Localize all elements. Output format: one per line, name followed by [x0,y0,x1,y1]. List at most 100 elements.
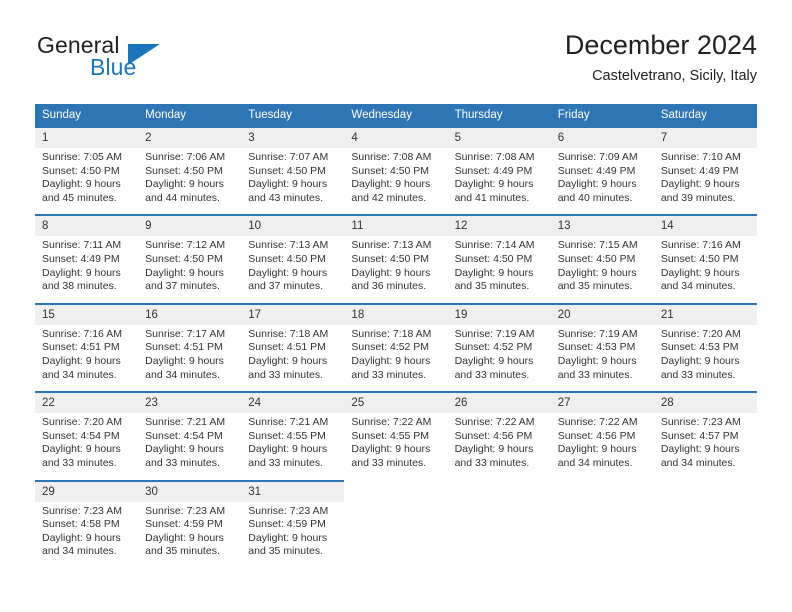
day-number[interactable]: 7 [653,126,757,148]
day-cell[interactable]: Sunrise: 7:16 AM Sunset: 4:51 PM Daylight:… [35,324,139,393]
day-cell[interactable]: Sunrise: 7:23 AM Sunset: 4:57 PM Daylight:… [653,413,757,481]
sunrise-text: Sunrise: 7:10 AM [660,151,741,163]
sunset-text: Sunset: 4:49 PM [660,164,739,177]
day-number[interactable]: 22 [35,391,139,414]
day-number[interactable]: 8 [35,214,139,237]
brand-logo[interactable]: General Blue [35,32,255,90]
day-cell[interactable]: Sunrise: 7:23 AM Sunset: 4:58 PM Daylight:… [35,501,139,569]
daylight-text-line1: Daylight: 9 hours [248,266,328,279]
day-number[interactable]: 16 [138,302,242,325]
day-number[interactable]: 14 [653,214,757,237]
day-cell[interactable]: Sunrise: 7:06 AM Sunset: 4:50 PM Daylight:… [138,148,242,216]
day-cell[interactable]: Sunrise: 7:11 AM Sunset: 4:49 PM Daylight:… [35,236,139,304]
day-number[interactable]: 19 [447,302,551,325]
day-cell[interactable]: Sunrise: 7:07 AM Sunset: 4:50 PM Daylight:… [241,148,345,216]
day-cell[interactable]: Sunrise: 7:21 AM Sunset: 4:55 PM Daylight:… [241,413,345,481]
sunrise-text: Sunrise: 7:20 AM [660,327,741,340]
day-number[interactable]: 23 [138,391,242,414]
day-number[interactable]: 21 [653,302,757,325]
daylight-text-line2: and 35 minutes. [248,545,323,558]
day-cell[interactable]: Sunrise: 7:09 AM Sunset: 4:49 PM Daylight:… [550,148,654,216]
day-cell[interactable]: Sunrise: 7:08 AM Sunset: 4:50 PM Daylight:… [344,148,448,216]
day-number[interactable]: 2 [138,126,242,148]
day-cell[interactable]: Sunrise: 7:22 AM Sunset: 4:55 PM Daylight:… [344,413,448,481]
daylight-text-line1: Daylight: 9 hours [351,443,431,456]
daylight-text-line1: Daylight: 9 hours [42,178,121,191]
day-cell[interactable]: Sunrise: 7:20 AM Sunset: 4:54 PM Daylight:… [35,413,139,481]
day-number[interactable]: 13 [550,214,654,237]
day-cell-empty [447,501,551,569]
daylight-text-line2: and 39 minutes. [660,191,736,204]
day-cell[interactable]: Sunrise: 7:20 AM Sunset: 4:53 PM Daylight:… [653,324,757,393]
day-number[interactable]: 4 [344,126,448,148]
page-title: December 2024 [564,30,757,60]
day-number-empty [447,480,551,502]
day-number[interactable]: 17 [241,302,345,325]
day-cell[interactable]: Sunrise: 7:23 AM Sunset: 4:59 PM Daylight:… [241,501,345,569]
sunset-text: Sunset: 4:50 PM [660,252,739,265]
day-number[interactable]: 1 [35,126,139,148]
day-cell[interactable]: Sunrise: 7:16 AM Sunset: 4:50 PM Daylight:… [653,236,757,304]
calendar-header-row: Sunday Monday Tuesday Wednesday Thursday… [35,104,757,127]
day-cell[interactable]: Sunrise: 7:19 AM Sunset: 4:53 PM Daylight:… [550,324,654,393]
day-number[interactable]: 29 [35,479,139,502]
title-block: December 2024 Castelvetrano, Sicily, Ita… [565,28,757,87]
calendar-table: Sunday Monday Tuesday Wednesday Thursday… [35,104,757,569]
daylight-text-line1: Daylight: 9 hours [145,178,224,191]
day-number[interactable]: 11 [344,214,448,237]
day-cell[interactable]: Sunrise: 7:19 AM Sunset: 4:52 PM Daylight:… [447,324,551,393]
sunrise-text: Sunrise: 7:20 AM [42,416,122,429]
day-number[interactable]: 3 [241,126,345,148]
day-cell[interactable]: Sunrise: 7:10 AM Sunset: 4:49 PM Daylight:… [653,148,757,216]
daylight-text-line2: and 44 minutes. [145,191,220,204]
sunset-text: Sunset: 4:49 PM [557,164,636,177]
day-number[interactable]: 10 [241,214,345,237]
day-cell[interactable]: Sunrise: 7:18 AM Sunset: 4:52 PM Daylight:… [344,324,448,393]
week-info-row: Sunrise: 7:23 AM Sunset: 4:58 PM Daylight:… [35,501,757,569]
day-cell[interactable]: Sunrise: 7:12 AM Sunset: 4:50 PM Daylight:… [138,236,242,304]
day-cell[interactable]: Sunrise: 7:13 AM Sunset: 4:50 PM Daylight:… [241,236,345,304]
day-cell[interactable]: Sunrise: 7:21 AM Sunset: 4:54 PM Daylight:… [138,413,242,481]
daylight-text-line2: and 35 minutes. [454,280,530,293]
day-number[interactable]: 25 [344,391,448,414]
weekday-header-monday: Monday [138,104,242,127]
daylight-text-line2: and 37 minutes. [248,280,323,293]
day-number[interactable]: 5 [447,126,551,148]
day-number[interactable]: 15 [35,302,139,325]
day-number[interactable]: 28 [653,391,757,414]
daylight-text-line2: and 33 minutes. [557,368,633,381]
sunset-text: Sunset: 4:55 PM [248,429,326,442]
sunrise-text: Sunrise: 7:09 AM [557,151,638,163]
day-cell[interactable]: Sunrise: 7:17 AM Sunset: 4:51 PM Daylight:… [138,324,242,393]
day-number[interactable]: 31 [241,479,345,502]
day-number[interactable]: 30 [138,479,242,502]
day-number[interactable]: 26 [447,391,551,414]
day-cell[interactable]: Sunrise: 7:08 AM Sunset: 4:49 PM Daylight:… [447,148,551,216]
daylight-text-line1: Daylight: 9 hours [351,178,431,191]
day-number[interactable]: 12 [447,214,551,237]
day-cell[interactable]: Sunrise: 7:13 AM Sunset: 4:50 PM Daylight:… [344,236,448,304]
day-cell[interactable]: Sunrise: 7:14 AM Sunset: 4:50 PM Daylight:… [447,236,551,304]
day-cell[interactable]: Sunrise: 7:22 AM Sunset: 4:56 PM Daylight:… [447,413,551,481]
daylight-text-line1: Daylight: 9 hours [248,531,328,544]
day-number[interactable]: 20 [550,302,654,325]
daylight-text-line1: Daylight: 9 hours [248,354,328,367]
sunrise-text: Sunrise: 7:17 AM [145,327,226,340]
sunrise-text: Sunrise: 7:05 AM [42,151,122,163]
sunset-text: Sunset: 4:50 PM [454,252,533,265]
day-cell[interactable]: Sunrise: 7:15 AM Sunset: 4:50 PM Daylight:… [550,236,654,304]
sunrise-text: Sunrise: 7:16 AM [660,239,741,252]
day-number[interactable]: 9 [138,214,242,237]
page-subtitle: Castelvetrano, Sicily, Italy [592,68,757,84]
day-number[interactable]: 6 [550,126,654,148]
day-cell[interactable]: Sunrise: 7:18 AM Sunset: 4:51 PM Daylight:… [241,324,345,393]
sunset-text: Sunset: 4:50 PM [351,252,430,265]
day-number[interactable]: 18 [344,302,448,325]
calendar-container: Sunday Monday Tuesday Wednesday Thursday… [35,104,757,569]
sunset-text: Sunset: 4:50 PM [557,252,636,265]
day-cell[interactable]: Sunrise: 7:23 AM Sunset: 4:59 PM Daylight:… [138,501,242,569]
day-number[interactable]: 24 [241,391,345,414]
day-cell[interactable]: Sunrise: 7:22 AM Sunset: 4:56 PM Daylight:… [550,413,654,481]
day-number[interactable]: 27 [550,391,654,414]
day-cell[interactable]: Sunrise: 7:05 AM Sunset: 4:50 PM Daylight:… [35,148,139,216]
